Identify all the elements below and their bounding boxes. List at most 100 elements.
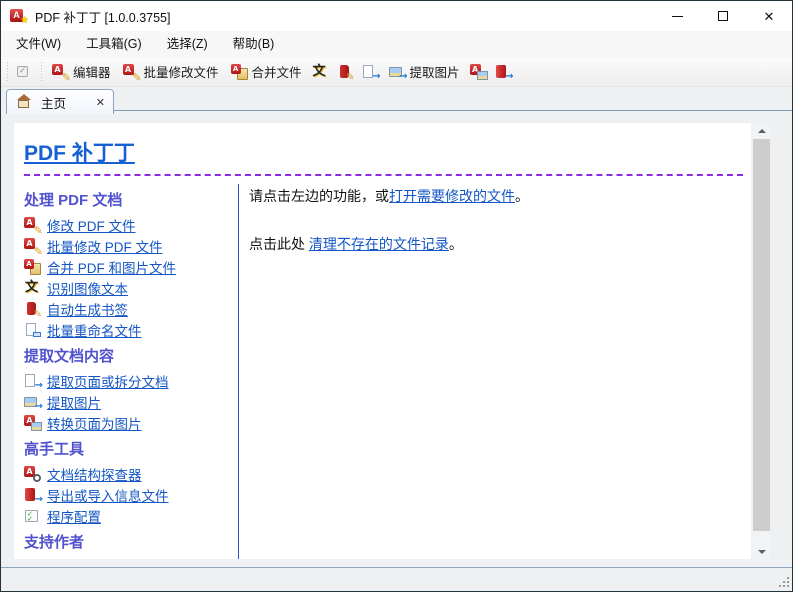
open-file-link[interactable]: 打开需要修改的文件 [389, 188, 515, 204]
rename-icon [24, 322, 41, 338]
tab-strip: 主页 ✕ [1, 87, 792, 113]
app-window: PDF 补丁丁 [1.0.0.3755] ✕ 文件(W) 工具箱(G) 选择(Z… [0, 0, 793, 592]
export-info-icon [495, 64, 512, 80]
toolbar-batch-modify-label: 批量修改文件 [144, 62, 219, 81]
feature-link-extract-images[interactable]: 提取图片 [47, 392, 101, 412]
toolbar-ocr-button[interactable] [308, 60, 333, 84]
user-icon [24, 559, 41, 560]
main-hint-area: 请点击左边的功能，或打开需要修改的文件。 点击此处 清理不存在的文件记录。 [238, 184, 745, 559]
tab-home-label: 主页 [41, 93, 66, 112]
toolbar-page-to-image-button[interactable] [466, 60, 491, 84]
bookmark-icon [337, 64, 354, 80]
feature-link-extract-pages[interactable]: 提取页面或拆分文档 [47, 371, 169, 391]
pdf-batch-icon [123, 64, 140, 80]
hint-text: 点击此处 [249, 236, 309, 252]
window-controls: ✕ [654, 1, 792, 31]
feature-link-import-export-info[interactable]: 导出或导入信息文件 [47, 485, 169, 505]
feature-link-about[interactable]: 关于本软件 [47, 557, 115, 560]
hint-line-2: 点击此处 清理不存在的文件记录。 [249, 234, 745, 254]
list-item: 自动生成书签 [24, 298, 238, 319]
config-icon [24, 508, 41, 524]
tab-close-icon[interactable]: ✕ [96, 96, 105, 109]
checkbox-icon [16, 64, 33, 80]
toolbar-batch-modify-button[interactable]: 批量修改文件 [117, 60, 225, 84]
toolbar-grip[interactable] [5, 62, 10, 82]
feature-list: 处理 PDF 文档 修改 PDF 文件 批量修改 PDF 文件 合并 PDF 和… [24, 184, 238, 559]
minimize-button[interactable] [654, 1, 700, 31]
toolbar-editor-button[interactable]: 编辑器 [46, 60, 117, 84]
toolbar-editor-label: 编辑器 [73, 62, 111, 81]
scroll-up-button[interactable] [753, 123, 770, 138]
feature-link-app-config[interactable]: 程序配置 [47, 506, 101, 526]
feature-link-modify-pdf[interactable]: 修改 PDF 文件 [47, 215, 136, 235]
section-heading-extract: 提取文档内容 [24, 345, 238, 366]
toolbar-merge-button[interactable]: 合并文件 [225, 60, 308, 84]
page-to-image-icon [24, 415, 41, 431]
hint-line-1: 请点击左边的功能，或打开需要修改的文件。 [249, 186, 745, 206]
toolbar: 编辑器 批量修改文件 合并文件 提取图片 [1, 57, 792, 87]
status-bar [1, 567, 792, 591]
hint-text: 。 [515, 188, 529, 204]
export-info-icon [24, 487, 41, 503]
ocr-icon [312, 64, 329, 80]
scrollbar-thumb[interactable] [753, 139, 770, 531]
extract-image-icon [24, 394, 41, 410]
toolbar-bookmark-button[interactable] [333, 60, 358, 84]
toolbar-grip[interactable] [39, 62, 44, 82]
list-item: 程序配置 [24, 505, 238, 526]
content-area: PDF 补丁丁 处理 PDF 文档 修改 PDF 文件 批量修改 PDF 文件 … [1, 113, 792, 567]
clean-history-link[interactable]: 清理不存在的文件记录 [309, 236, 449, 252]
feature-link-merge[interactable]: 合并 PDF 和图片文件 [47, 257, 176, 277]
feature-link-batch-rename[interactable]: 批量重命名文件 [47, 320, 142, 340]
dashed-divider [24, 174, 743, 176]
toolbar-extract-page-button[interactable] [358, 60, 383, 84]
extract-page-icon [362, 64, 379, 80]
scroll-down-button[interactable] [753, 544, 770, 559]
hint-text: 请点击左边的功能，或 [249, 188, 389, 204]
maximize-button[interactable] [700, 1, 746, 31]
toolbar-extract-image-label: 提取图片 [410, 62, 460, 81]
toolbar-export-info-button[interactable] [491, 60, 516, 84]
app-icon [10, 8, 27, 24]
toolbar-select-tool-button[interactable] [12, 60, 37, 84]
merge-icon [24, 259, 41, 275]
feature-link-batch-modify[interactable]: 批量修改 PDF 文件 [47, 236, 163, 256]
bookmark-icon [24, 301, 41, 317]
resize-grip[interactable] [778, 576, 790, 588]
close-button[interactable]: ✕ [746, 1, 792, 31]
feature-link-page-to-image[interactable]: 转换页面为图片 [47, 413, 142, 433]
chevron-down-icon [758, 550, 766, 554]
section-heading-support: 支持作者 [24, 531, 238, 552]
inspector-icon [24, 466, 41, 482]
list-item: 文档结构探查器 [24, 463, 238, 484]
tab-home[interactable]: 主页 ✕ [6, 89, 114, 114]
vertical-scrollbar[interactable] [753, 123, 770, 559]
toolbar-extract-image-button[interactable]: 提取图片 [383, 60, 466, 84]
toolbar-merge-label: 合并文件 [252, 62, 302, 81]
feature-link-ocr[interactable]: 识别图像文本 [47, 278, 128, 298]
pdf-batch-icon [24, 238, 41, 254]
menu-help[interactable]: 帮助(B) [222, 31, 286, 57]
maximize-icon [718, 11, 728, 21]
minimize-icon [672, 16, 683, 17]
hint-text: 。 [449, 236, 463, 252]
list-item: 修改 PDF 文件 [24, 214, 238, 235]
home-page-panel: PDF 补丁丁 处理 PDF 文档 修改 PDF 文件 批量修改 PDF 文件 … [14, 123, 751, 559]
feature-link-structure-inspector[interactable]: 文档结构探查器 [47, 464, 142, 484]
title-bar: PDF 补丁丁 [1.0.0.3755] ✕ [1, 1, 792, 31]
chevron-up-icon [758, 129, 766, 133]
close-icon: ✕ [764, 10, 775, 23]
list-item: 识别图像文本 [24, 277, 238, 298]
page-to-image-icon [470, 64, 487, 80]
extract-page-icon [24, 373, 41, 389]
extract-image-icon [389, 64, 406, 80]
window-title: PDF 补丁丁 [1.0.0.3755] [35, 7, 170, 26]
menu-select[interactable]: 选择(Z) [156, 31, 219, 57]
list-item: 批量修改 PDF 文件 [24, 235, 238, 256]
page-title-link[interactable]: PDF 补丁丁 [24, 137, 135, 167]
menu-toolbox[interactable]: 工具箱(G) [75, 31, 153, 57]
list-item: 合并 PDF 和图片文件 [24, 256, 238, 277]
feature-link-auto-bookmark[interactable]: 自动生成书签 [47, 299, 128, 319]
menu-file[interactable]: 文件(W) [5, 31, 72, 57]
list-item: 关于本软件 [24, 556, 238, 559]
